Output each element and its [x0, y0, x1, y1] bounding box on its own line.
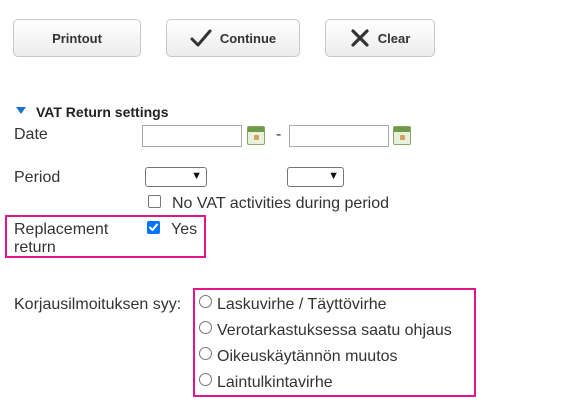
- continue-label: Continue: [219, 30, 277, 46]
- reason-option-label: Laintulkintavirhe: [217, 374, 333, 391]
- reason-radio-2[interactable]: [199, 347, 212, 360]
- section-header[interactable]: VAT Return settings: [16, 104, 169, 120]
- continue-button[interactable]: Continue: [166, 19, 300, 57]
- no-vat-checkbox[interactable]: [148, 195, 161, 208]
- chevron-down-icon: ▼: [328, 170, 339, 182]
- checkmark-icon: [149, 223, 158, 231]
- chevron-down-icon: ▼: [191, 170, 202, 182]
- date-to-input[interactable]: [289, 125, 389, 147]
- replacement-yes-label: Yes: [171, 221, 198, 238]
- close-icon: [351, 29, 369, 47]
- date-separator: -: [276, 126, 282, 143]
- replacement-checkbox[interactable]: [147, 221, 160, 234]
- reason-radio-0[interactable]: [199, 295, 212, 308]
- period-from-select[interactable]: ▼: [145, 167, 207, 187]
- section-title: VAT Return settings: [36, 104, 169, 120]
- printout-button[interactable]: Printout: [13, 19, 141, 57]
- collapse-triangle-icon: [16, 106, 26, 114]
- reason-option-label: Verotarkastuksessa saatu ohjaus: [217, 322, 452, 339]
- reason-label: Korjausilmoituksen syy:: [14, 296, 182, 313]
- no-vat-label: No VAT activities during period: [172, 195, 389, 212]
- replacement-label: Replacement return: [14, 221, 108, 257]
- period-label: Period: [14, 169, 61, 186]
- printout-label: Printout: [52, 30, 102, 46]
- checkmark-icon: [190, 29, 212, 47]
- calendar-icon[interactable]: [247, 126, 265, 145]
- clear-label: Clear: [377, 30, 411, 46]
- clear-button[interactable]: Clear: [325, 19, 435, 57]
- date-from-input[interactable]: [142, 125, 242, 147]
- calendar-icon[interactable]: [393, 126, 411, 145]
- reason-option-label: Oikeuskäytännön muutos: [217, 348, 398, 365]
- period-to-select[interactable]: ▼: [287, 167, 344, 187]
- reason-radio-3[interactable]: [199, 373, 212, 386]
- replacement-label-line1: Replacement: [14, 221, 109, 238]
- date-label: Date: [14, 126, 48, 143]
- reason-option-label: Laskuvirhe / Täyttövirhe: [217, 296, 387, 313]
- reason-radio-1[interactable]: [199, 321, 212, 334]
- replacement-label-line2: return: [14, 239, 56, 256]
